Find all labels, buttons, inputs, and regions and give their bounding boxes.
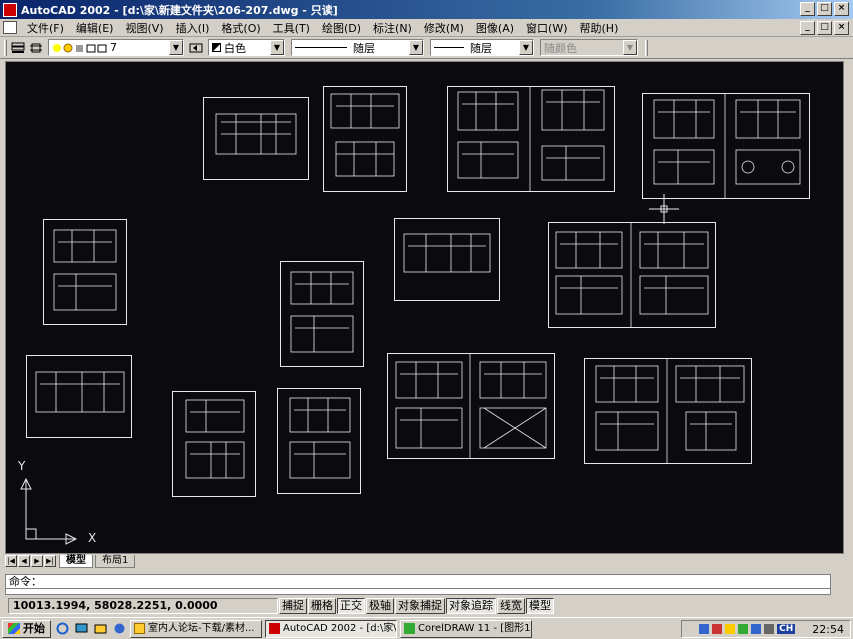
menu-window[interactable]: 窗口(W) [520, 20, 573, 36]
toolbar-grip[interactable] [4, 39, 7, 56]
doc-restore-button[interactable]: □ [817, 21, 832, 35]
layout-tab-bar: |◀ ◀ ▶ ▶| 模型 布局1 [5, 554, 844, 568]
plotstyle-combo: 随颜色 ▼ [540, 39, 638, 56]
tab-layout1[interactable]: 布局1 [95, 554, 136, 568]
current-color: 白色 [224, 41, 246, 55]
snap-button[interactable]: 捕捉 [279, 597, 307, 614]
grid-button[interactable]: 栅格 [308, 597, 336, 614]
layer-combo[interactable]: 7 ▼ [48, 39, 184, 56]
current-plotstyle: 随颜色 [544, 41, 577, 55]
make-layer-current-icon[interactable] [27, 39, 45, 57]
autocad-window: AutoCAD 2002 - [d:\家\新建文件夹\206-207.dwg -… [0, 0, 853, 639]
doc-minimize-button[interactable]: _ [800, 21, 815, 35]
color-swatch-icon [212, 43, 221, 52]
outlook-icon[interactable] [92, 621, 108, 637]
command-line[interactable]: 命令： [5, 574, 831, 589]
menu-view[interactable]: 视图(V) [119, 20, 169, 36]
osnap-button[interactable]: 对象捕捉 [395, 597, 445, 614]
tray-ime-icon[interactable] [738, 624, 749, 634]
chevron-down-icon[interactable]: ▼ [519, 40, 533, 55]
menu-modify[interactable]: 修改(M) [418, 20, 470, 36]
task-forum[interactable]: 室内人论坛-下载/素材... [130, 619, 262, 638]
linetype-sample [295, 47, 347, 48]
doc-close-button[interactable]: × [834, 21, 849, 35]
command-history [5, 589, 831, 595]
drawing-content [35, 86, 801, 479]
lineweight-combo[interactable]: 随层 ▼ [430, 39, 534, 56]
menu-help[interactable]: 帮助(H) [574, 20, 625, 36]
windows-taskbar: 开始 室内人论坛-下载/素材... AutoCAD 2002 - [d:\家\.… [0, 617, 853, 639]
current-lineweight: 随层 [470, 41, 492, 55]
menu-insert[interactable]: 插入(I) [170, 20, 216, 36]
ortho-button[interactable]: 正交 [337, 597, 365, 614]
windows-logo-icon [8, 623, 20, 634]
tray-antivirus-icon[interactable] [712, 624, 723, 634]
layer-previous-icon[interactable] [187, 39, 205, 57]
close-button[interactable]: × [834, 2, 849, 16]
media-icon[interactable] [111, 621, 127, 637]
ucs-y-label: Y [18, 459, 26, 473]
autocad-app-icon[interactable] [3, 2, 17, 17]
window-title: AutoCAD 2002 - [d:\家\新建文件夹\206-207.dwg -… [21, 3, 338, 17]
toolbar-grip[interactable] [645, 39, 648, 56]
chevron-down-icon: ▼ [623, 40, 637, 55]
linetype-combo[interactable]: 随层 ▼ [291, 39, 424, 56]
autocad-icon [269, 623, 280, 634]
desktop-icon[interactable] [73, 621, 89, 637]
input-language[interactable]: CH [777, 624, 796, 634]
task-autocad[interactable]: AutoCAD 2002 - [d:\家\... [265, 619, 397, 638]
tab-model[interactable]: 模型 [59, 554, 93, 568]
coreldraw-icon [404, 623, 415, 634]
vertical-scrollbar[interactable] [845, 61, 853, 554]
last-tab-icon[interactable]: ▶| [44, 555, 56, 567]
menu-dimension[interactable]: 标注(N) [367, 20, 418, 36]
folder-icon [134, 623, 145, 634]
polar-button[interactable]: 极轴 [366, 597, 394, 614]
coordinate-readout[interactable]: 10013.1994, 58028.2251, 0.0000 [8, 597, 278, 614]
document-icon[interactable] [3, 21, 17, 34]
color-combo[interactable]: 白色 ▼ [208, 39, 285, 56]
menu-file[interactable]: 文件(F) [21, 20, 70, 36]
next-tab-icon[interactable]: ▶ [31, 555, 43, 567]
chevron-down-icon[interactable]: ▼ [409, 40, 423, 55]
layer-manager-icon[interactable] [9, 39, 27, 57]
start-label: 开始 [23, 621, 45, 635]
menu-tools[interactable]: 工具(T) [267, 20, 316, 36]
command-prompt: 命令： [9, 575, 42, 588]
clock[interactable]: 22:54 [812, 623, 844, 636]
system-tray: CH 22:54 [681, 620, 851, 638]
minimize-button[interactable]: _ [800, 2, 815, 16]
lineweight-sample [434, 47, 464, 48]
tray-display-icon[interactable] [764, 624, 775, 634]
ucs-x-label: X [88, 531, 97, 545]
status-bar: 10013.1994, 58028.2251, 0.0000 捕捉 栅格 正交 … [0, 596, 853, 615]
chevron-down-icon[interactable]: ▼ [169, 40, 183, 55]
current-layer: 7 [110, 41, 117, 54]
maximize-button[interactable]: □ [817, 2, 832, 16]
tray-network-icon[interactable] [699, 624, 710, 634]
model-button[interactable]: 模型 [526, 597, 554, 614]
menu-edit[interactable]: 编辑(E) [70, 20, 120, 36]
menu-image[interactable]: 图像(A) [470, 20, 520, 36]
menu-draw[interactable]: 绘图(D) [316, 20, 367, 36]
chevron-down-icon[interactable]: ▼ [270, 40, 284, 55]
first-tab-icon[interactable]: |◀ [5, 555, 17, 567]
start-button[interactable]: 开始 [2, 619, 51, 638]
tray-volume-icon[interactable] [725, 624, 736, 634]
properties-toolbar: 7 ▼ 白色 ▼ 随层 ▼ 随层 ▼ 随颜色 ▼ [0, 37, 853, 59]
tray-qq-icon[interactable] [751, 624, 762, 634]
otrack-button[interactable]: 对象追踪 [446, 597, 496, 614]
current-linetype: 随层 [353, 41, 375, 55]
prev-tab-icon[interactable]: ◀ [18, 555, 30, 567]
layer-state-icons [53, 43, 107, 52]
ucs-icon [20, 477, 78, 545]
ie-icon[interactable] [54, 621, 70, 637]
task-coreldraw[interactable]: CorelDRAW 11 - [图形1] [400, 619, 532, 638]
lineweight-button[interactable]: 线宽 [497, 597, 525, 614]
menu-bar: 文件(F) 编辑(E) 视图(V) 插入(I) 格式(O) 工具(T) 绘图(D… [0, 19, 853, 37]
drawing-canvas[interactable]: Y X [5, 61, 844, 554]
menu-format[interactable]: 格式(O) [215, 20, 266, 36]
title-bar[interactable]: AutoCAD 2002 - [d:\家\新建文件夹\206-207.dwg -… [0, 0, 853, 19]
